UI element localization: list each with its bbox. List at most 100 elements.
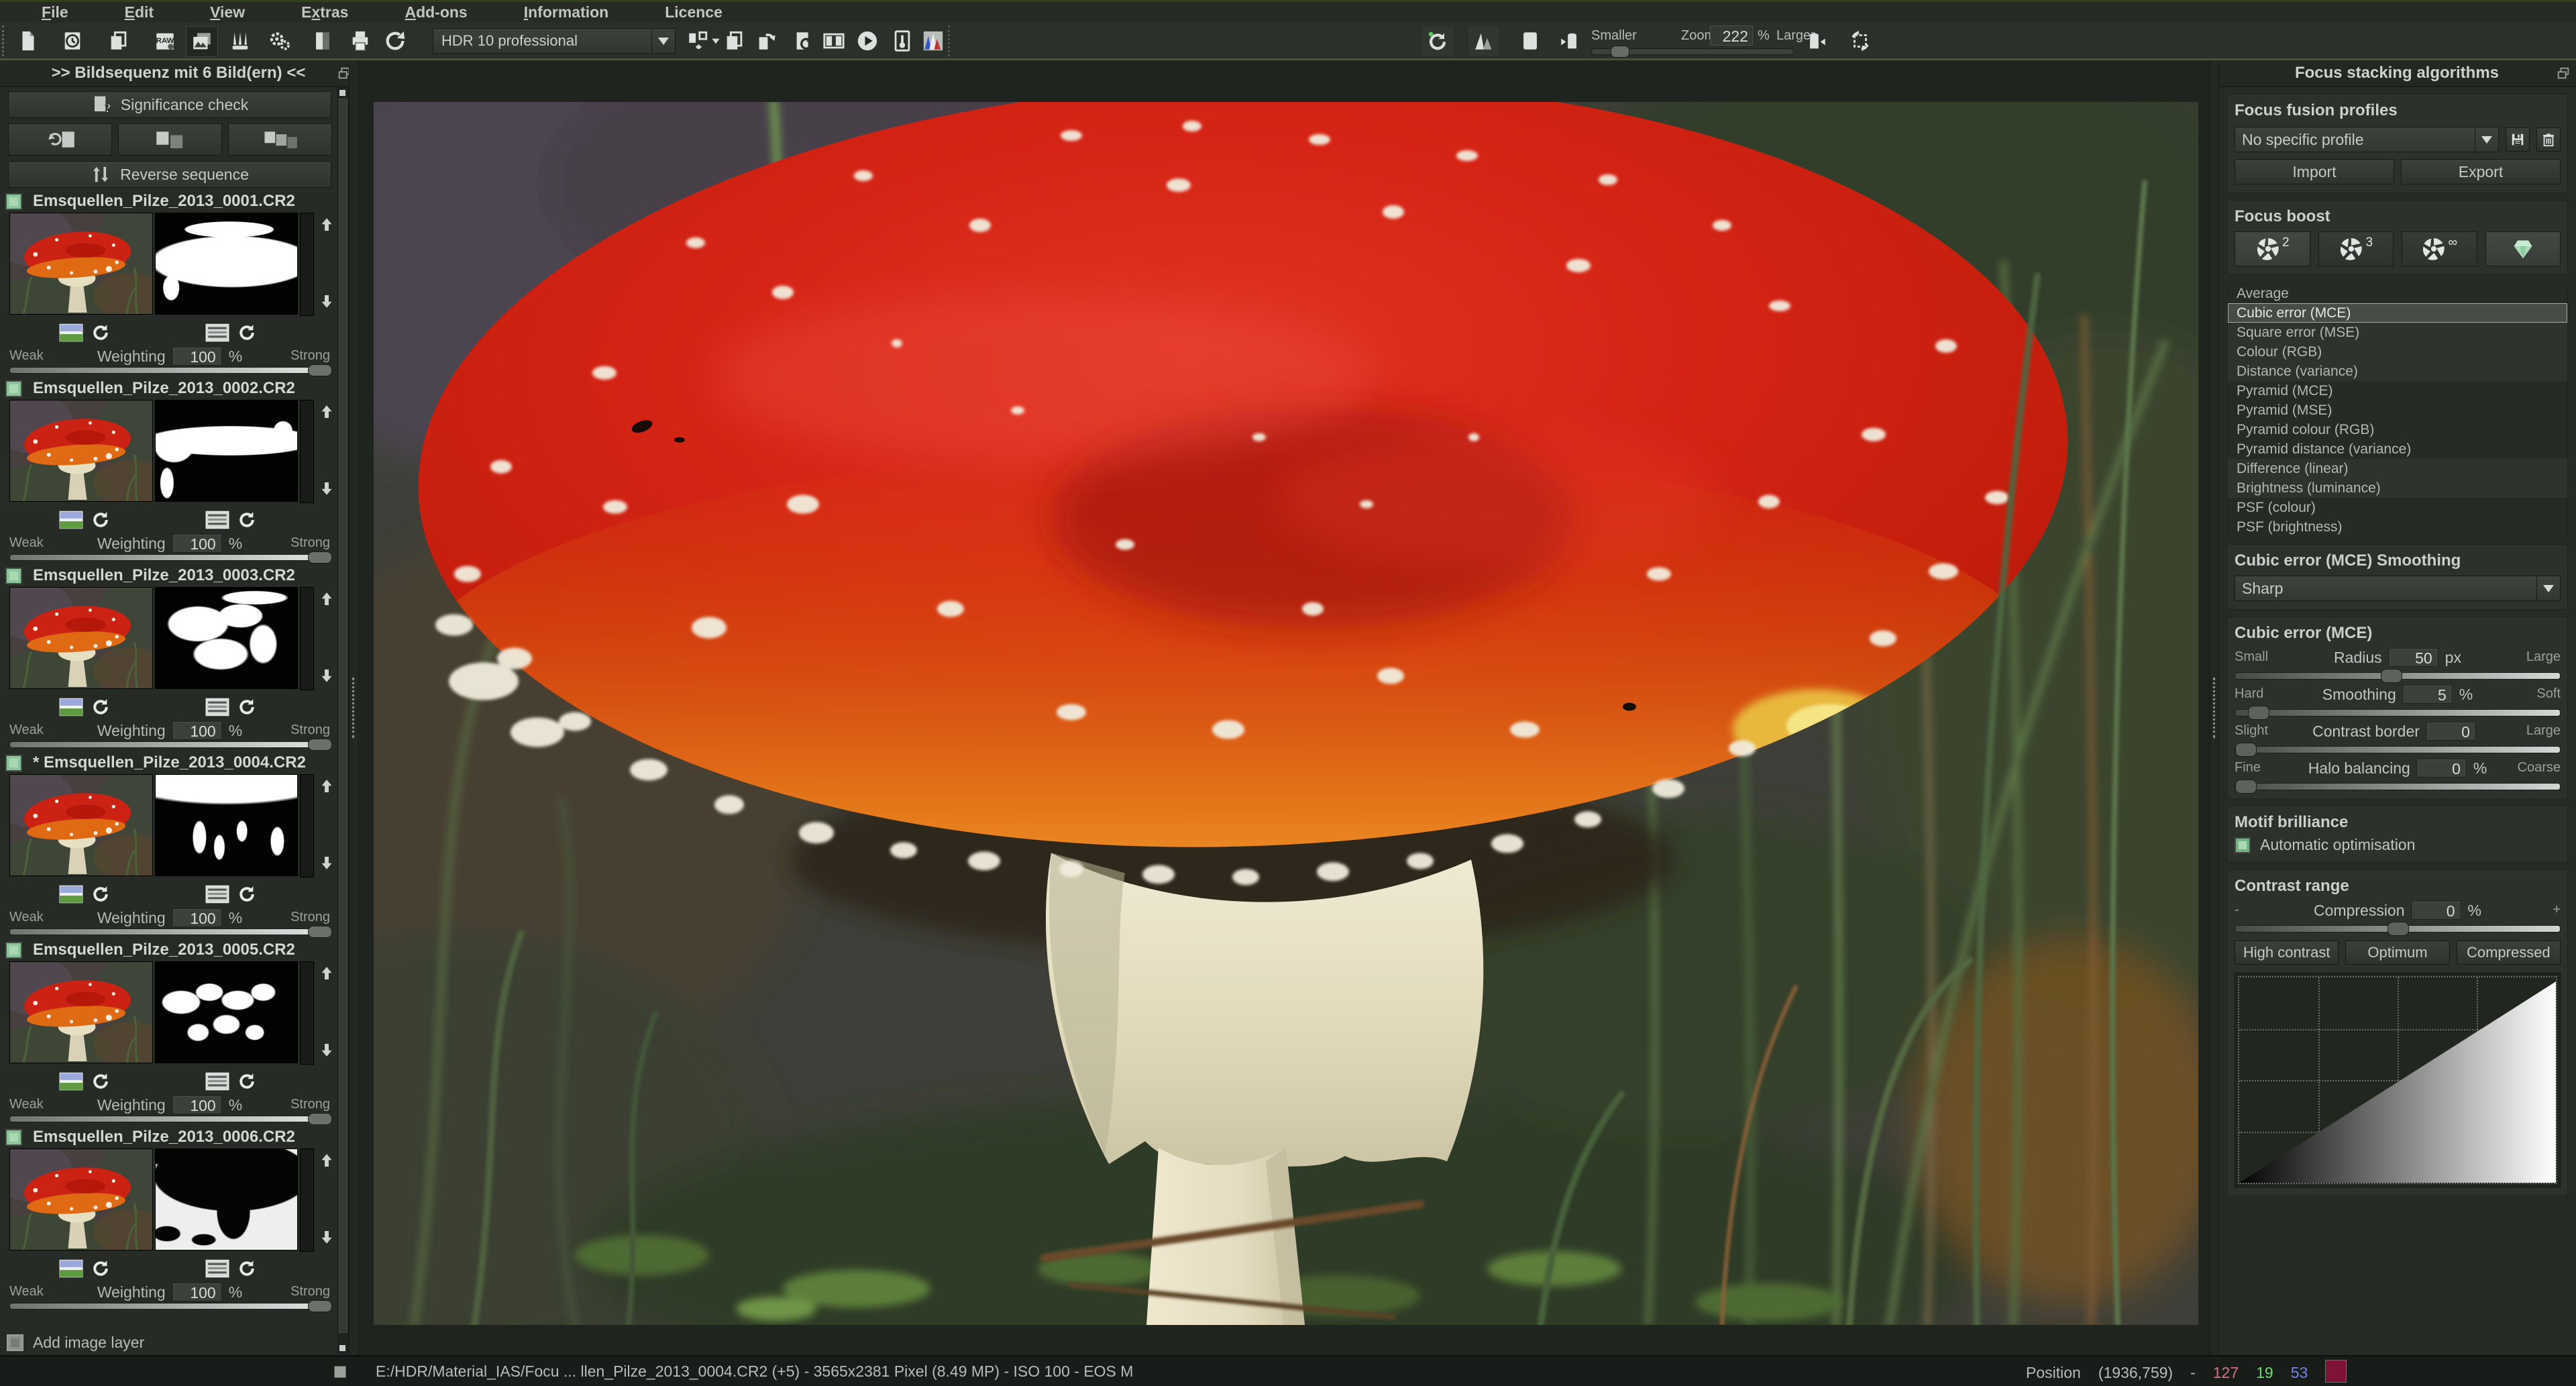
sequence-item-5[interactable]: Emsquellen_Pilze_2013_0005.CR2 Weak Weig… [0, 940, 339, 1122]
zoom-value-input[interactable]: 222 [1710, 25, 1753, 46]
mask-reload-icon[interactable] [235, 1071, 259, 1091]
import-button[interactable]: Import [2235, 159, 2394, 184]
radius-slider[interactable] [2235, 672, 2561, 680]
menu-edit[interactable]: Edit [97, 3, 182, 21]
weighting-slider[interactable] [9, 928, 331, 935]
item-photo-thumbnail[interactable] [9, 774, 153, 876]
item-mask-thumbnail[interactable] [155, 213, 298, 315]
export-button[interactable] [380, 26, 411, 56]
move-item-down-button[interactable] [317, 1226, 337, 1249]
weighting-slider[interactable] [9, 741, 331, 748]
item-mask-thumbnail[interactable] [155, 774, 298, 876]
zoom-slider-thumb[interactable] [1611, 46, 1629, 58]
menu-view[interactable]: View [182, 3, 273, 21]
rotate-image-button[interactable] [751, 26, 782, 56]
boost-squared-button[interactable]: 2 [2235, 231, 2310, 266]
display-mode-double-button[interactable] [118, 123, 222, 156]
mask-reload-icon[interactable] [235, 697, 259, 717]
weighting-value-input[interactable]: 100 [172, 347, 222, 366]
move-item-down-button[interactable] [317, 665, 337, 688]
item-enabled-checkbox[interactable] [5, 942, 22, 959]
sequence-item-2[interactable]: Emsquellen_Pilze_2013_0002.CR2 Weak Weig… [0, 378, 339, 561]
slider-thumb[interactable] [2248, 706, 2269, 720]
temperature-button[interactable] [887, 26, 918, 56]
item-mask-thumbnail[interactable] [155, 587, 298, 689]
weighting-value-input[interactable]: 100 [172, 534, 222, 553]
sequence-item-3[interactable]: Emsquellen_Pilze_2013_0003.CR2 Weak Weig… [0, 566, 339, 748]
item-enabled-checkbox[interactable] [5, 1129, 22, 1146]
menu-file[interactable]: File [13, 3, 97, 21]
chevron-down-icon[interactable] [651, 29, 675, 53]
profile-select[interactable]: HDR 10 professional [433, 28, 676, 54]
weighting-slider[interactable] [9, 554, 331, 561]
display-mode-single-button[interactable] [8, 123, 112, 156]
transform-button[interactable] [1845, 26, 1876, 56]
algorithm-option[interactable]: Pyramid (MSE) [2228, 401, 2567, 420]
sequence-scrollbar[interactable] [337, 87, 349, 1354]
contrast-border-value-input[interactable]: 0 [2426, 722, 2476, 741]
weighting-value-input[interactable]: 100 [172, 1096, 222, 1114]
image-canvas[interactable] [357, 60, 2218, 1355]
weighting-slider-thumb[interactable] [308, 1113, 332, 1125]
move-item-up-button[interactable] [317, 588, 337, 611]
menu-information[interactable]: Information [496, 3, 637, 21]
algorithm-option[interactable]: Square error (MSE) [2228, 323, 2567, 342]
algorithm-option[interactable]: Brightness (luminance) [2228, 478, 2567, 498]
reload-image-button[interactable] [789, 26, 820, 56]
bw-preview-button[interactable] [307, 26, 338, 56]
zoom-slider[interactable] [1591, 48, 1794, 55]
menu-addons[interactable]: Add-ons [376, 3, 495, 21]
before-after-button[interactable] [1468, 26, 1499, 56]
significance-check-button[interactable]: Significance check [8, 91, 331, 118]
delete-profile-button[interactable] [2536, 127, 2561, 152]
item-mask-thumbnail[interactable] [155, 1149, 298, 1250]
mask-view-icon[interactable] [205, 323, 229, 343]
add-image-layer-checkbox[interactable]: Add image layer [7, 1334, 144, 1352]
slider-thumb[interactable] [2235, 743, 2257, 757]
optimum-button[interactable]: Optimum [2345, 941, 2449, 965]
display-mode-triple-button[interactable] [228, 123, 332, 156]
sequence-item-6[interactable]: Emsquellen_Pilze_2013_0006.CR2 Weak Weig… [0, 1127, 339, 1310]
photo-view-icon[interactable] [59, 1259, 83, 1279]
sequence-item-1[interactable]: Emsquellen_Pilze_2013_0001.CR2 Weak Weig… [0, 191, 339, 374]
save-profile-button[interactable] [2506, 127, 2530, 152]
right-panel-splitter[interactable] [2210, 60, 2219, 1355]
compare-original-button[interactable] [1422, 26, 1453, 56]
preview-play-button[interactable] [852, 26, 883, 56]
move-item-down-button[interactable] [317, 290, 337, 313]
boost-infinite-button[interactable]: ∞ [2402, 231, 2477, 266]
menu-licence[interactable]: Licence [637, 3, 751, 21]
smoothing-slider[interactable] [2235, 709, 2561, 716]
item-photo-thumbnail[interactable] [9, 961, 153, 1063]
radius-value-input[interactable]: 50 [2389, 648, 2438, 667]
photo-reload-icon[interactable] [89, 1071, 113, 1091]
weighting-slider-thumb[interactable] [308, 1300, 332, 1312]
halo-balancing-value-input[interactable]: 0 [2417, 759, 2467, 778]
chevron-down-icon[interactable] [2475, 127, 2498, 152]
new-image-button[interactable] [13, 26, 44, 56]
reverse-sequence-button[interactable]: Reverse sequence [8, 161, 331, 188]
compression-slider[interactable] [2235, 925, 2561, 932]
high-contrast-button[interactable]: High contrast [2235, 941, 2339, 965]
smoothing-value-input[interactable]: 5 [2403, 685, 2453, 704]
history-button[interactable] [57, 26, 88, 56]
slider-thumb[interactable] [2387, 922, 2409, 936]
main-photo[interactable] [374, 102, 2198, 1325]
photo-reload-icon[interactable] [89, 1259, 113, 1279]
boost-cubed-button[interactable]: 3 [2318, 231, 2394, 266]
weighting-slider[interactable] [9, 1303, 331, 1310]
chevron-down-icon[interactable] [2536, 576, 2560, 600]
mask-reload-icon[interactable] [235, 1259, 259, 1279]
weighting-value-input[interactable]: 100 [172, 721, 222, 740]
algorithm-option[interactable]: Pyramid (MCE) [2228, 381, 2567, 401]
weighting-slider-thumb[interactable] [308, 551, 332, 564]
move-item-down-button[interactable] [317, 1039, 337, 1062]
batch-processing-button[interactable] [683, 26, 724, 56]
fit-screen-button[interactable] [1515, 26, 1546, 56]
automatic-optimisation-checkbox[interactable]: Automatic optimisation [2235, 836, 2561, 854]
weighting-value-input[interactable]: 100 [172, 908, 222, 927]
photo-reload-icon[interactable] [89, 510, 113, 530]
toolbar-drag-handle[interactable] [2, 25, 4, 56]
photo-reload-icon[interactable] [89, 323, 113, 343]
item-mask-thumbnail[interactable] [155, 400, 298, 502]
